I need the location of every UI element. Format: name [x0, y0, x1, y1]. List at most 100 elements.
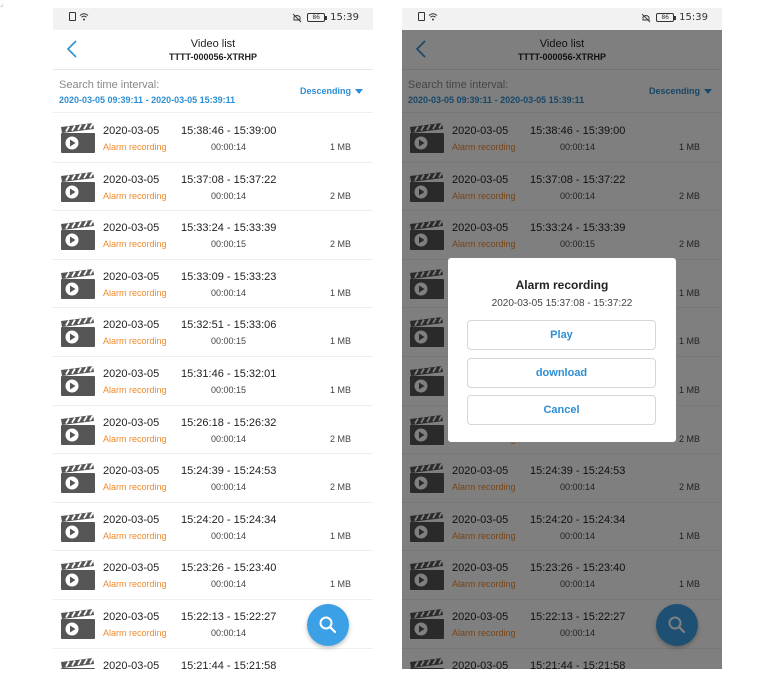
- phone-screen-list: 86 15:39 Video list TTTT-000056-XTRHP Se…: [53, 8, 373, 669]
- video-duration: 00:00:14: [211, 482, 247, 493]
- video-time-range: 15:33:09 - 15:33:23: [181, 270, 277, 283]
- video-size: 2 MB: [329, 482, 351, 493]
- video-type: Alarm recording: [103, 384, 167, 395]
- video-row[interactable]: 2020-03-05 15:33:24 - 15:33:39 Alarm recor…: [53, 211, 373, 260]
- mute-icon: [292, 13, 302, 22]
- video-type: Alarm recording: [103, 190, 167, 201]
- wifi-icon: [428, 13, 438, 21]
- status-bar: 86 15:39: [402, 8, 722, 30]
- search-interval-label: Search time interval:: [59, 79, 160, 91]
- video-time-range: 15:23:26 - 15:23:40: [181, 562, 277, 575]
- video-type: Alarm recording: [103, 336, 167, 347]
- video-row[interactable]: 2020-03-05 15:31:46 - 15:32:01 Alarm recor…: [53, 356, 373, 406]
- video-size: 1 MB: [329, 336, 351, 347]
- video-size: 1 MB: [329, 142, 351, 152]
- dialog-subtitle: 2020-03-05 15:37:08 - 15:37:22: [491, 298, 633, 309]
- video-date: 2020-03-05: [103, 125, 160, 137]
- video-time-range: 15:21:44 - 15:21:58: [181, 659, 277, 669]
- video-type: Alarm recording: [103, 627, 167, 638]
- video-clip-icon: [61, 171, 95, 202]
- video-clip-icon: [61, 511, 95, 542]
- video-date: 2020-03-05: [103, 222, 160, 235]
- nav-header: Video list TTTT-000056-XTRHP: [53, 30, 373, 70]
- sim-icon: [69, 12, 76, 21]
- video-type: Alarm recording: [103, 433, 167, 444]
- video-size: 2 MB: [329, 433, 351, 444]
- dialog-title: Alarm recording: [515, 278, 609, 292]
- search-interval-bar: Search time interval: 2020-03-05 09:39:1…: [53, 71, 373, 113]
- play-button[interactable]: Play: [467, 320, 656, 350]
- status-time: 15:39: [679, 12, 708, 23]
- status-time: 15:39: [330, 12, 359, 23]
- video-duration: 00:00:14: [211, 579, 247, 590]
- video-duration: 00:00:15: [211, 336, 247, 347]
- video-time-range: 15:24:39 - 15:24:53: [181, 465, 277, 478]
- video-date: 2020-03-05: [103, 270, 160, 283]
- video-row[interactable]: 2020-03-05 15:33:09 - 15:33:23 Alarm recor…: [53, 259, 373, 309]
- video-clip-icon: [61, 608, 95, 639]
- corner-mark: ⌟: [0, 0, 4, 8]
- video-date: 2020-03-05: [103, 562, 160, 575]
- cancel-button[interactable]: Cancel: [467, 395, 656, 425]
- video-size: 2 MB: [329, 190, 351, 201]
- search-fab-button[interactable]: [307, 604, 349, 646]
- sort-label: Descending: [299, 86, 351, 96]
- video-type: Alarm recording: [103, 530, 167, 541]
- video-size: 1 MB: [329, 530, 351, 541]
- video-clip-icon: [61, 220, 95, 251]
- video-date: 2020-03-05: [103, 659, 160, 669]
- video-time-range: 15:38:46 - 15:39:00: [181, 125, 277, 137]
- video-duration: 00:00:14: [211, 627, 247, 638]
- video-time-range: 15:32:51 - 15:33:06: [181, 319, 277, 332]
- video-size: 1 MB: [329, 287, 351, 298]
- video-time-range: 15:31:46 - 15:32:01: [181, 367, 277, 380]
- video-duration: 00:00:14: [211, 190, 247, 201]
- video-duration: 00:00:14: [211, 530, 247, 541]
- video-time-range: 15:33:24 - 15:33:39: [181, 222, 277, 235]
- video-clip-icon: [61, 122, 95, 153]
- video-time-range: 15:22:13 - 15:22:27: [181, 610, 277, 623]
- sim-icon: [418, 12, 425, 21]
- video-date: 2020-03-05: [103, 513, 160, 526]
- video-duration: 00:00:15: [211, 384, 247, 395]
- video-row[interactable]: 2020-03-05 15:21:44 - 15:21:58: [53, 648, 373, 669]
- video-date: 2020-03-05: [103, 416, 160, 429]
- video-row[interactable]: 2020-03-05 15:37:08 - 15:37:22 Alarm recor…: [53, 162, 373, 212]
- video-clip-icon: [61, 463, 95, 494]
- video-row[interactable]: 2020-03-05 15:26:18 - 15:26:32 Alarm recor…: [53, 405, 373, 455]
- device-id: TTTT-000056-XTRHP: [168, 52, 258, 62]
- video-time-range: 15:24:20 - 15:24:34: [181, 513, 277, 526]
- video-type: Alarm recording: [103, 142, 167, 152]
- video-clip-icon: [61, 657, 95, 669]
- video-duration: 00:00:14: [211, 287, 247, 298]
- video-date: 2020-03-05: [103, 465, 160, 478]
- sort-dropdown[interactable]: Descending: [300, 86, 363, 96]
- search-interval-range[interactable]: 2020-03-05 09:39:11 - 2020-03-05 15:39:1…: [59, 95, 235, 105]
- video-clip-icon: [61, 414, 95, 445]
- video-size: 2 MB: [329, 239, 351, 250]
- video-duration: 00:00:15: [211, 239, 247, 250]
- status-bar: 86 15:39: [53, 8, 373, 30]
- video-row[interactable]: 2020-03-05 15:24:39 - 15:24:53 Alarm recor…: [53, 454, 373, 503]
- video-list: 2020-03-05 15:38:46 - 15:39:00 Alarm recor…: [53, 114, 373, 669]
- video-clip-icon: [61, 560, 95, 591]
- video-duration: 00:00:14: [211, 142, 247, 152]
- caret-down-icon: [355, 88, 363, 94]
- download-button[interactable]: download: [467, 358, 656, 388]
- video-row[interactable]: 2020-03-05 15:23:26 - 15:23:40 Alarm recor…: [53, 551, 373, 600]
- video-type: Alarm recording: [103, 579, 167, 590]
- phone-screen-dialog: 86 15:39 Video list TTTT-000056-XTRHP Se…: [402, 8, 722, 669]
- video-clip-icon: [61, 365, 95, 396]
- recording-action-dialog: Alarm recording 2020-03-05 15:37:08 - 15…: [448, 258, 676, 442]
- video-row[interactable]: 2020-03-05 15:24:20 - 15:24:34 Alarm recor…: [53, 502, 373, 552]
- video-clip-icon: [61, 317, 95, 348]
- video-date: 2020-03-05: [103, 173, 160, 186]
- video-row[interactable]: 2020-03-05 15:38:46 - 15:39:00 Alarm recor…: [53, 114, 373, 163]
- page-title: Video list: [190, 38, 236, 50]
- video-size: 1 MB: [329, 384, 351, 395]
- video-row[interactable]: 2020-03-05 15:32:51 - 15:33:06 Alarm recor…: [53, 308, 373, 357]
- video-date: 2020-03-05: [103, 319, 160, 332]
- search-icon: [319, 616, 337, 634]
- video-type: Alarm recording: [103, 482, 167, 493]
- video-type: Alarm recording: [103, 239, 167, 250]
